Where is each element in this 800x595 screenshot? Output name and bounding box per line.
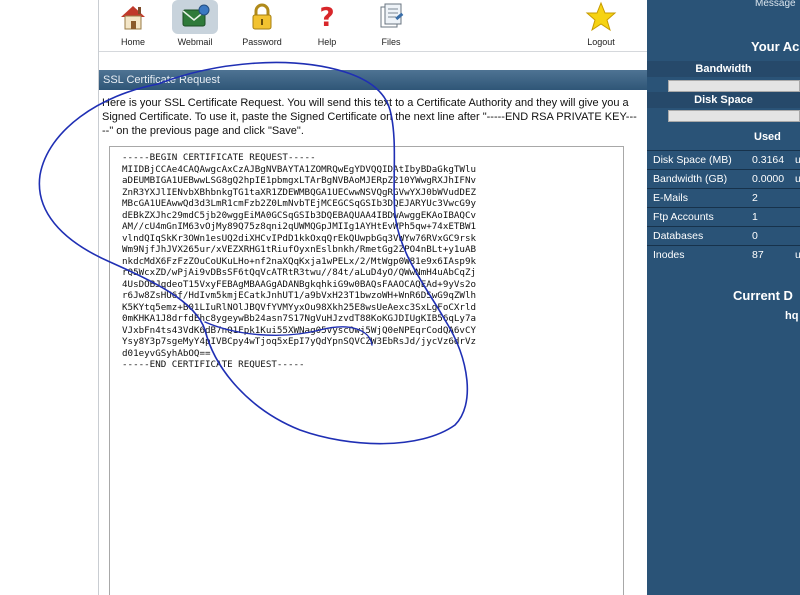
your-account-heading: Your Ac bbox=[751, 39, 800, 54]
csr-line: MIIDBjCCAe4CAQAwgcAxCzAJBgNVBAYTA1ZOMRQw… bbox=[122, 163, 477, 175]
home-label: Home bbox=[120, 37, 145, 47]
used-column-header: Used bbox=[754, 131, 781, 143]
home-icon bbox=[121, 6, 145, 30]
account-sidebar: Message Your Ac Bandwidth Disk Space Use… bbox=[647, 0, 800, 595]
stats-row: E-Mails 2 bbox=[647, 188, 800, 207]
csr-line: Wm9NjfJhJVX265ur/xVEZXRHG1tRiufOyxnEslbn… bbox=[122, 244, 477, 255]
csr-line: -----END CERTIFICATE REQUEST----- bbox=[122, 359, 305, 370]
star-icon bbox=[585, 1, 617, 32]
current-domain-value: hq bbox=[785, 310, 799, 322]
stats-row: Bandwidth (GB) 0.0000 u bbox=[647, 169, 800, 188]
lock-icon bbox=[252, 3, 272, 30]
files-label: Files bbox=[381, 37, 401, 47]
messages-link[interactable]: Message bbox=[755, 0, 796, 9]
stats-label: Ftp Accounts bbox=[653, 211, 714, 223]
bandwidth-header: Bandwidth bbox=[647, 61, 800, 77]
instructions-text: Here is your SSL Certificate Request. Yo… bbox=[102, 97, 637, 137]
csr-line: ZnR3YXJlIENvbXBhbnkgTG1taXR1ZDEWMBQGA1UE… bbox=[122, 186, 477, 198]
stats-extra: u bbox=[795, 249, 800, 261]
csr-line: Ysy8Y3p7sgeMyY4pIVBCpy4wTjoq5xEpI7yQdYpn… bbox=[122, 336, 477, 347]
stats-row: Inodes 87 u bbox=[647, 245, 800, 264]
svg-text:?: ? bbox=[319, 3, 334, 33]
stats-label: Bandwidth (GB) bbox=[653, 173, 728, 185]
toolbar: Home Webmail Password ? Help Files Logou… bbox=[99, 0, 647, 52]
csr-line: r6Jw8ZsHU6f/HdIvm5kmjECatkJnhUT1/a9bVxH2… bbox=[122, 290, 477, 301]
csr-line: aDEUMBIGA1UEBwwLSG8gQ2hpIE1pbmgxLTArBgNV… bbox=[122, 175, 477, 186]
webmail-label: Webmail bbox=[177, 37, 213, 47]
help-button[interactable]: ? Help bbox=[297, 0, 357, 50]
help-icon: ? bbox=[319, 3, 334, 33]
home-button[interactable]: Home bbox=[103, 0, 163, 50]
section-title-bar: SSL Certificate Request bbox=[99, 70, 647, 90]
bandwidth-bar bbox=[668, 80, 800, 92]
help-label: Help bbox=[317, 37, 337, 47]
csr-line: vlndQIqSkKr3OWn1esUQ2diXHCvIPdD1kkOxqQrE… bbox=[122, 232, 477, 244]
csr-line: 4UsDOBJqdeoT15VxyFEBAgMBAAGgADANBgkqhkiG… bbox=[122, 278, 477, 290]
csr-line: rQ5WcxZD/wPjAi9vDBsSF6tQqVcATRtR3twu//84… bbox=[122, 267, 477, 278]
left-gutter bbox=[0, 0, 99, 595]
stats-row: Databases 0 bbox=[647, 226, 800, 245]
stats-label: Databases bbox=[653, 230, 704, 242]
csr-line: -----BEGIN CERTIFICATE REQUEST----- bbox=[122, 152, 316, 163]
csr-line: dEBkZXJhc29mdC5jb20wggEiMA0GCSqGSIb3DQEB… bbox=[122, 209, 477, 221]
certificate-request-textarea[interactable]: -----BEGIN CERTIFICATE REQUEST----- MIIDB… bbox=[109, 146, 624, 595]
stats-value: 87 bbox=[752, 249, 764, 261]
webmail-icon bbox=[182, 4, 210, 27]
stats-row: Ftp Accounts 1 bbox=[647, 207, 800, 226]
disk-space-bar bbox=[668, 110, 800, 122]
csr-line: nkdcMdX6FzFzZOuCoUKuLHo+nf2naXQqKxja1wPE… bbox=[122, 255, 477, 267]
stats-label: Disk Space (MB) bbox=[653, 154, 732, 166]
csr-line: VJxbFn4ts43VdK6dB7nQ1Fpk1Kui55XWNag05vys… bbox=[122, 324, 477, 336]
stats-value: 0 bbox=[752, 230, 758, 242]
files-icon bbox=[380, 3, 404, 28]
main-panel: Home Webmail Password ? Help Files Logou… bbox=[99, 0, 647, 595]
csr-line: K5KYtq5emz+B01LIuRlNOlJBQVfYVMYyxOu98Xkh… bbox=[122, 301, 477, 313]
stats-extra: u bbox=[795, 173, 800, 185]
stats-label: Inodes bbox=[653, 249, 685, 261]
stats-label: E-Mails bbox=[653, 192, 689, 204]
logout-label: Logout bbox=[587, 37, 615, 47]
stats-extra: u bbox=[795, 154, 800, 166]
csr-line: AM//cU4mGnIM63vOjMy89Q75z8qni2qUWMQGpJMI… bbox=[122, 221, 477, 232]
stats-row: Disk Space (MB) 0.3164 u bbox=[647, 150, 800, 169]
csr-line: d01eyvGSyhAbOQ== bbox=[122, 347, 211, 359]
webmail-button[interactable]: Webmail bbox=[165, 0, 225, 50]
files-button[interactable]: Files bbox=[361, 0, 421, 50]
password-button[interactable]: Password bbox=[232, 0, 292, 50]
stats-value: 1 bbox=[752, 211, 758, 223]
csr-line: 0mKHKA1J8drfdEhc8ygeywBb24asn7S17NgVuHJz… bbox=[122, 313, 477, 324]
stats-value: 0.3164 bbox=[752, 154, 785, 166]
current-domain-heading: Current D bbox=[733, 288, 793, 303]
stats-value: 0.0000 bbox=[752, 173, 785, 185]
stats-value: 2 bbox=[752, 192, 758, 204]
csr-line: MBcGA1UEAwwQd3d3LmR1cmFzb2Z0LmNvbTEjMCEG… bbox=[122, 198, 477, 209]
password-label: Password bbox=[242, 37, 282, 47]
logout-button[interactable]: Logout bbox=[571, 0, 631, 50]
disk-space-header: Disk Space bbox=[647, 92, 800, 108]
